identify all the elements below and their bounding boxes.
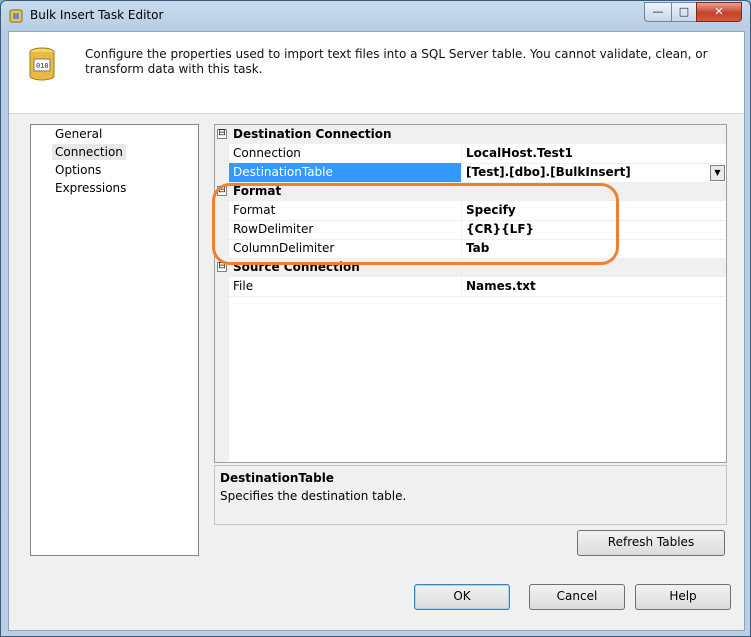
- category-label: Destination Connection: [233, 127, 392, 141]
- property-label: ColumnDelimiter: [233, 241, 335, 255]
- dialog-window: Bulk Insert Task Editor — □ ✕ 010 Config…: [0, 0, 751, 637]
- category-label: Source Connection: [233, 260, 360, 274]
- property-label: RowDelimiter: [233, 222, 314, 236]
- property-value[interactable]: [Test].[dbo].[BulkInsert]: [466, 165, 631, 179]
- category-format[interactable]: ⊟ Format: [215, 182, 726, 201]
- category-label: Format: [233, 184, 282, 198]
- property-help-panel: DestinationTable Specifies the destinati…: [214, 465, 727, 525]
- nav-item-connection[interactable]: Connection: [52, 144, 126, 160]
- help-text: Specifies the destination table.: [220, 489, 407, 503]
- property-value[interactable]: Tab: [466, 241, 489, 255]
- cancel-button[interactable]: Cancel: [529, 584, 625, 610]
- ok-label: OK: [453, 589, 471, 603]
- page-nav: General Connection Options Expressions: [30, 124, 199, 556]
- category-destination-connection[interactable]: ⊟ Destination Connection: [215, 125, 726, 144]
- ok-button[interactable]: OK: [414, 584, 510, 610]
- help-button[interactable]: Help: [635, 584, 731, 610]
- title-bar[interactable]: Bulk Insert Task Editor — □ ✕: [1, 1, 750, 31]
- property-label: Format: [233, 203, 276, 217]
- refresh-tables-label: Refresh Tables: [607, 535, 695, 549]
- nav-item-expressions[interactable]: Expressions: [55, 180, 126, 196]
- collapse-icon[interactable]: ⊟: [217, 129, 227, 139]
- header-band: 010 Configure the properties used to imp…: [9, 32, 744, 114]
- property-value[interactable]: {CR}{LF}: [466, 222, 534, 236]
- property-row-file[interactable]: File Names.txt: [215, 277, 726, 297]
- collapse-icon[interactable]: ⊟: [217, 186, 227, 196]
- selected-property-label: DestinationTable: [229, 163, 461, 182]
- collapse-icon[interactable]: ⊟: [217, 262, 227, 272]
- maximize-button[interactable]: □: [671, 2, 697, 22]
- property-label: DestinationTable: [233, 165, 333, 179]
- dialog-description: Configure the properties used to import …: [85, 47, 708, 76]
- property-value[interactable]: LocalHost.Test1: [466, 146, 573, 160]
- svg-text:010: 010: [36, 62, 49, 70]
- window-title: Bulk Insert Task Editor: [30, 8, 164, 22]
- close-button[interactable]: ✕: [696, 2, 742, 22]
- property-row-destinationtable[interactable]: DestinationTable [Test].[dbo].[BulkInser…: [215, 163, 726, 183]
- nav-item-general[interactable]: General: [55, 126, 102, 142]
- property-row-rowdelimiter[interactable]: RowDelimiter {CR}{LF}: [215, 220, 726, 240]
- category-source-connection[interactable]: ⊟ Source Connection: [215, 258, 726, 277]
- cancel-label: Cancel: [556, 589, 598, 603]
- database-icon: 010: [29, 47, 55, 81]
- help-label: Help: [669, 589, 697, 603]
- property-label: Connection: [233, 146, 301, 160]
- property-row-columndelimiter[interactable]: ColumnDelimiter Tab: [215, 239, 726, 259]
- property-value[interactable]: Names.txt: [466, 279, 536, 293]
- nav-item-options[interactable]: Options: [55, 162, 101, 178]
- property-value[interactable]: Specify: [466, 203, 516, 217]
- property-grid: ⊟ Destination Connection Connection Loca…: [214, 124, 727, 463]
- dialog-client: 010 Configure the properties used to imp…: [8, 31, 745, 631]
- property-label: File: [233, 279, 254, 293]
- app-icon: [9, 9, 23, 23]
- dropdown-button[interactable]: ▼: [710, 165, 725, 181]
- refresh-tables-button[interactable]: Refresh Tables: [577, 530, 725, 556]
- minimize-button[interactable]: —: [644, 2, 672, 22]
- help-title: DestinationTable: [220, 471, 334, 485]
- property-row-format[interactable]: Format Specify: [215, 201, 726, 221]
- property-row-connection[interactable]: Connection LocalHost.Test1: [215, 144, 726, 164]
